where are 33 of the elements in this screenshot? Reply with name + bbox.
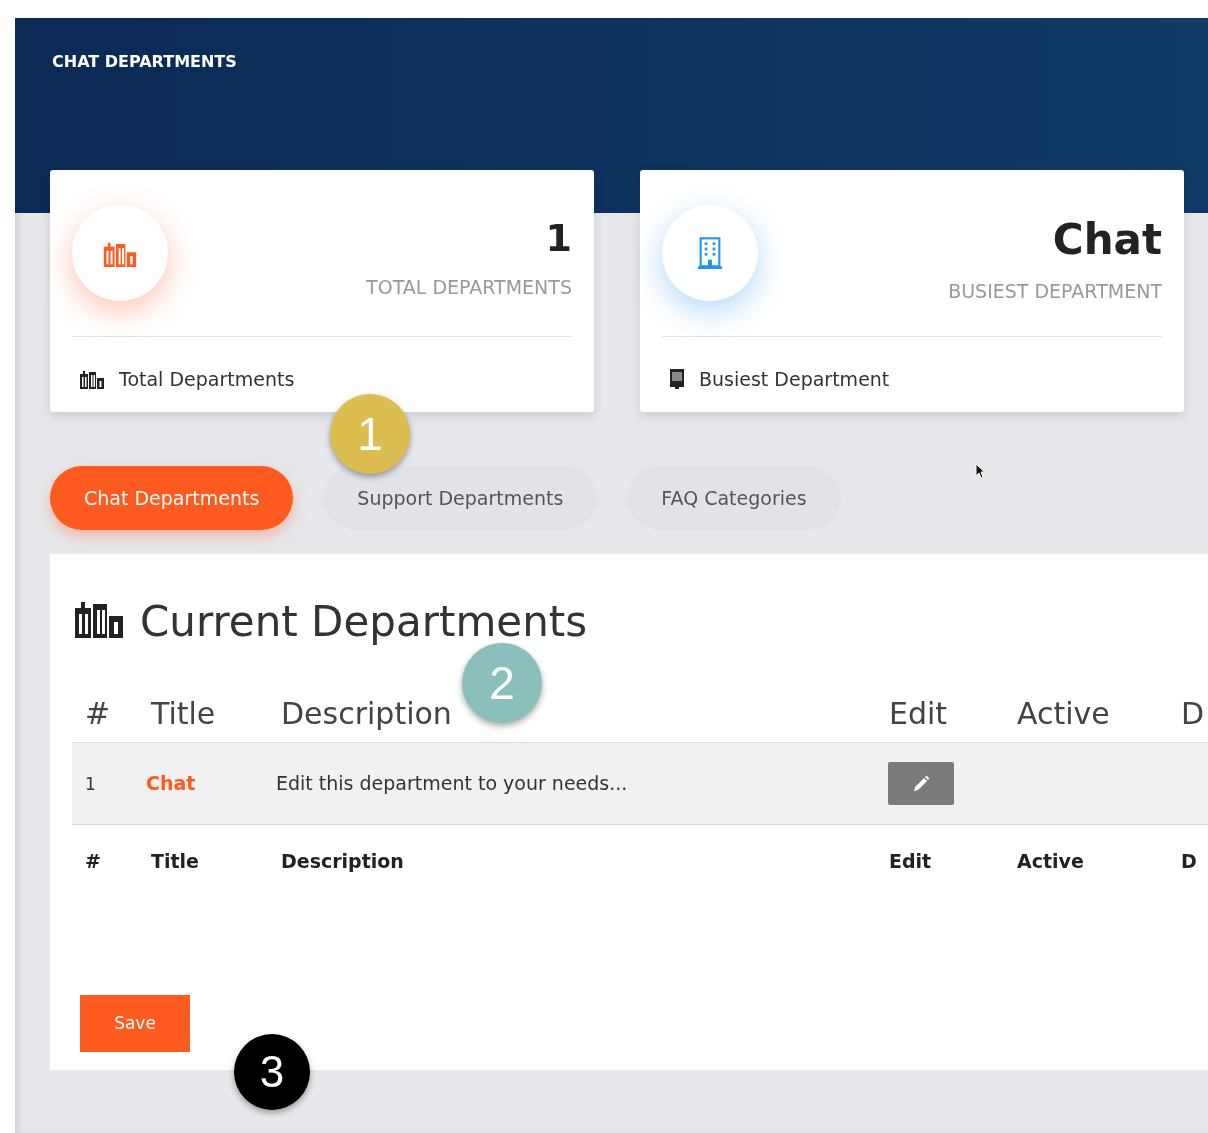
column-footer: # [85,849,101,872]
buildings-icon [79,369,105,389]
tab[interactable]: FAQ Categories [627,466,841,530]
column-header: Description [280,699,453,729]
column-footer: Title [151,849,199,872]
column-header: D [1180,699,1206,729]
stat-label: BUSIEST DEPARTMENT [948,279,1162,304]
edit-button[interactable] [888,762,954,805]
column-footer: D [1181,849,1197,872]
stat-footer: Total Departments [119,364,295,394]
column-header: # [84,699,112,729]
page-title: CHAT DEPARTMENTS [52,51,237,73]
building-icon [669,369,685,389]
row-number: 1 [85,774,96,795]
stat-label: TOTAL DEPARTMENTS [366,275,572,300]
pencil-icon [912,774,930,793]
column-header: Edit [888,699,949,729]
stat-value: Chat [1052,219,1162,261]
department-title-link[interactable]: Chat [146,772,196,795]
cursor-icon [975,463,985,479]
column-footer: Description [281,849,404,872]
column-header: Active [1016,699,1111,729]
column-header: Title [150,699,217,729]
section-title: Current Departments [140,600,588,643]
column-footer: Active [1017,849,1084,872]
stat-value: 1 [545,219,572,257]
save-button[interactable]: Save [80,995,190,1052]
tab[interactable]: Support Departments [323,466,598,530]
description-cell: Edit this department to your needs... [276,772,628,795]
building-icon [697,237,723,269]
column-footer: Edit [889,849,932,872]
stat-footer: Busiest Department [699,364,890,394]
tab[interactable]: Chat Departments [50,466,294,530]
